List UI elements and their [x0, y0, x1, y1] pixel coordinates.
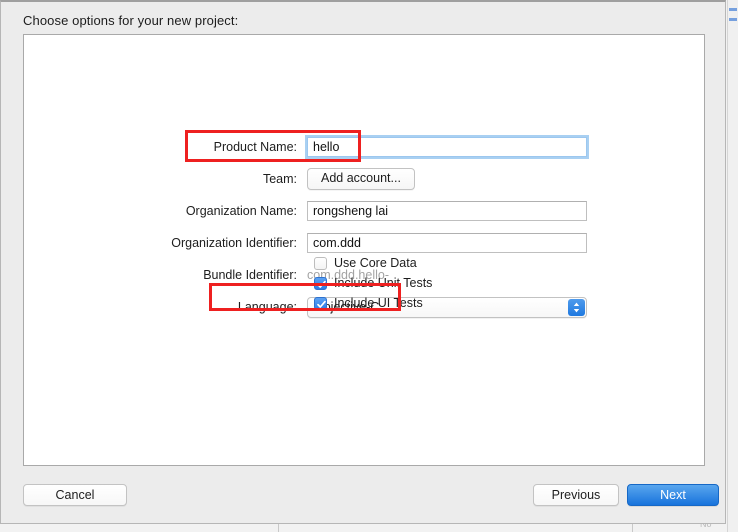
chevron-up-down-icon[interactable]: [568, 298, 585, 316]
form-row-organization-name: Organization Name: rongsheng lai: [24, 195, 704, 227]
background-marker: [729, 18, 737, 21]
include-unit-tests-checkbox[interactable]: [314, 276, 327, 290]
organization-name-control: rongsheng lai: [307, 201, 587, 221]
options-content-panel: Product Name: hello Team: Add account...…: [23, 34, 705, 466]
page-title: Choose options for your new project:: [23, 13, 239, 28]
language-label: Language:: [237, 300, 297, 314]
include-ui-tests-checkbox[interactable]: [314, 296, 327, 310]
bundle-identifier-label: Bundle Identifier:: [203, 268, 297, 282]
form-row-team: Team: Add account...: [24, 163, 704, 195]
project-options-checkboxes: Use Core Data Include Unit Tests Include…: [314, 253, 432, 313]
organization-identifier-input[interactable]: com.ddd: [307, 233, 587, 253]
checkbox-row-include-ui-tests[interactable]: Include UI Tests: [314, 293, 432, 313]
background-right-strip: [727, 0, 738, 532]
include-ui-tests-label: Include UI Tests: [334, 296, 423, 310]
checkbox-row-use-core-data[interactable]: Use Core Data: [314, 253, 432, 273]
organization-identifier-label: Organization Identifier:: [171, 236, 297, 250]
product-name-field-wrap: hello: [305, 135, 589, 159]
team-control: Add account...: [307, 168, 415, 190]
next-button[interactable]: Next: [627, 484, 719, 506]
previous-button[interactable]: Previous: [533, 484, 619, 506]
use-core-data-checkbox[interactable]: [314, 256, 327, 270]
add-account-button[interactable]: Add account...: [307, 168, 415, 190]
organization-identifier-control: com.ddd: [307, 233, 587, 253]
include-unit-tests-label: Include Unit Tests: [334, 276, 433, 290]
organization-name-input[interactable]: rongsheng lai: [307, 201, 587, 221]
dialog-button-bar: Cancel Previous Next: [1, 465, 725, 523]
background-marker: [729, 8, 737, 11]
checkbox-row-include-unit-tests[interactable]: Include Unit Tests: [314, 273, 432, 293]
team-label: Team:: [262, 172, 297, 186]
organization-name-label: Organization Name:: [185, 204, 297, 218]
cancel-button[interactable]: Cancel: [23, 484, 127, 506]
product-name-label: Product Name:: [213, 140, 297, 154]
new-project-options-dialog: Choose options for your new project: Pro…: [0, 0, 726, 524]
form-row-product-name: Product Name: hello: [24, 131, 704, 163]
use-core-data-label: Use Core Data: [334, 256, 417, 270]
product-name-input[interactable]: hello: [307, 137, 587, 157]
